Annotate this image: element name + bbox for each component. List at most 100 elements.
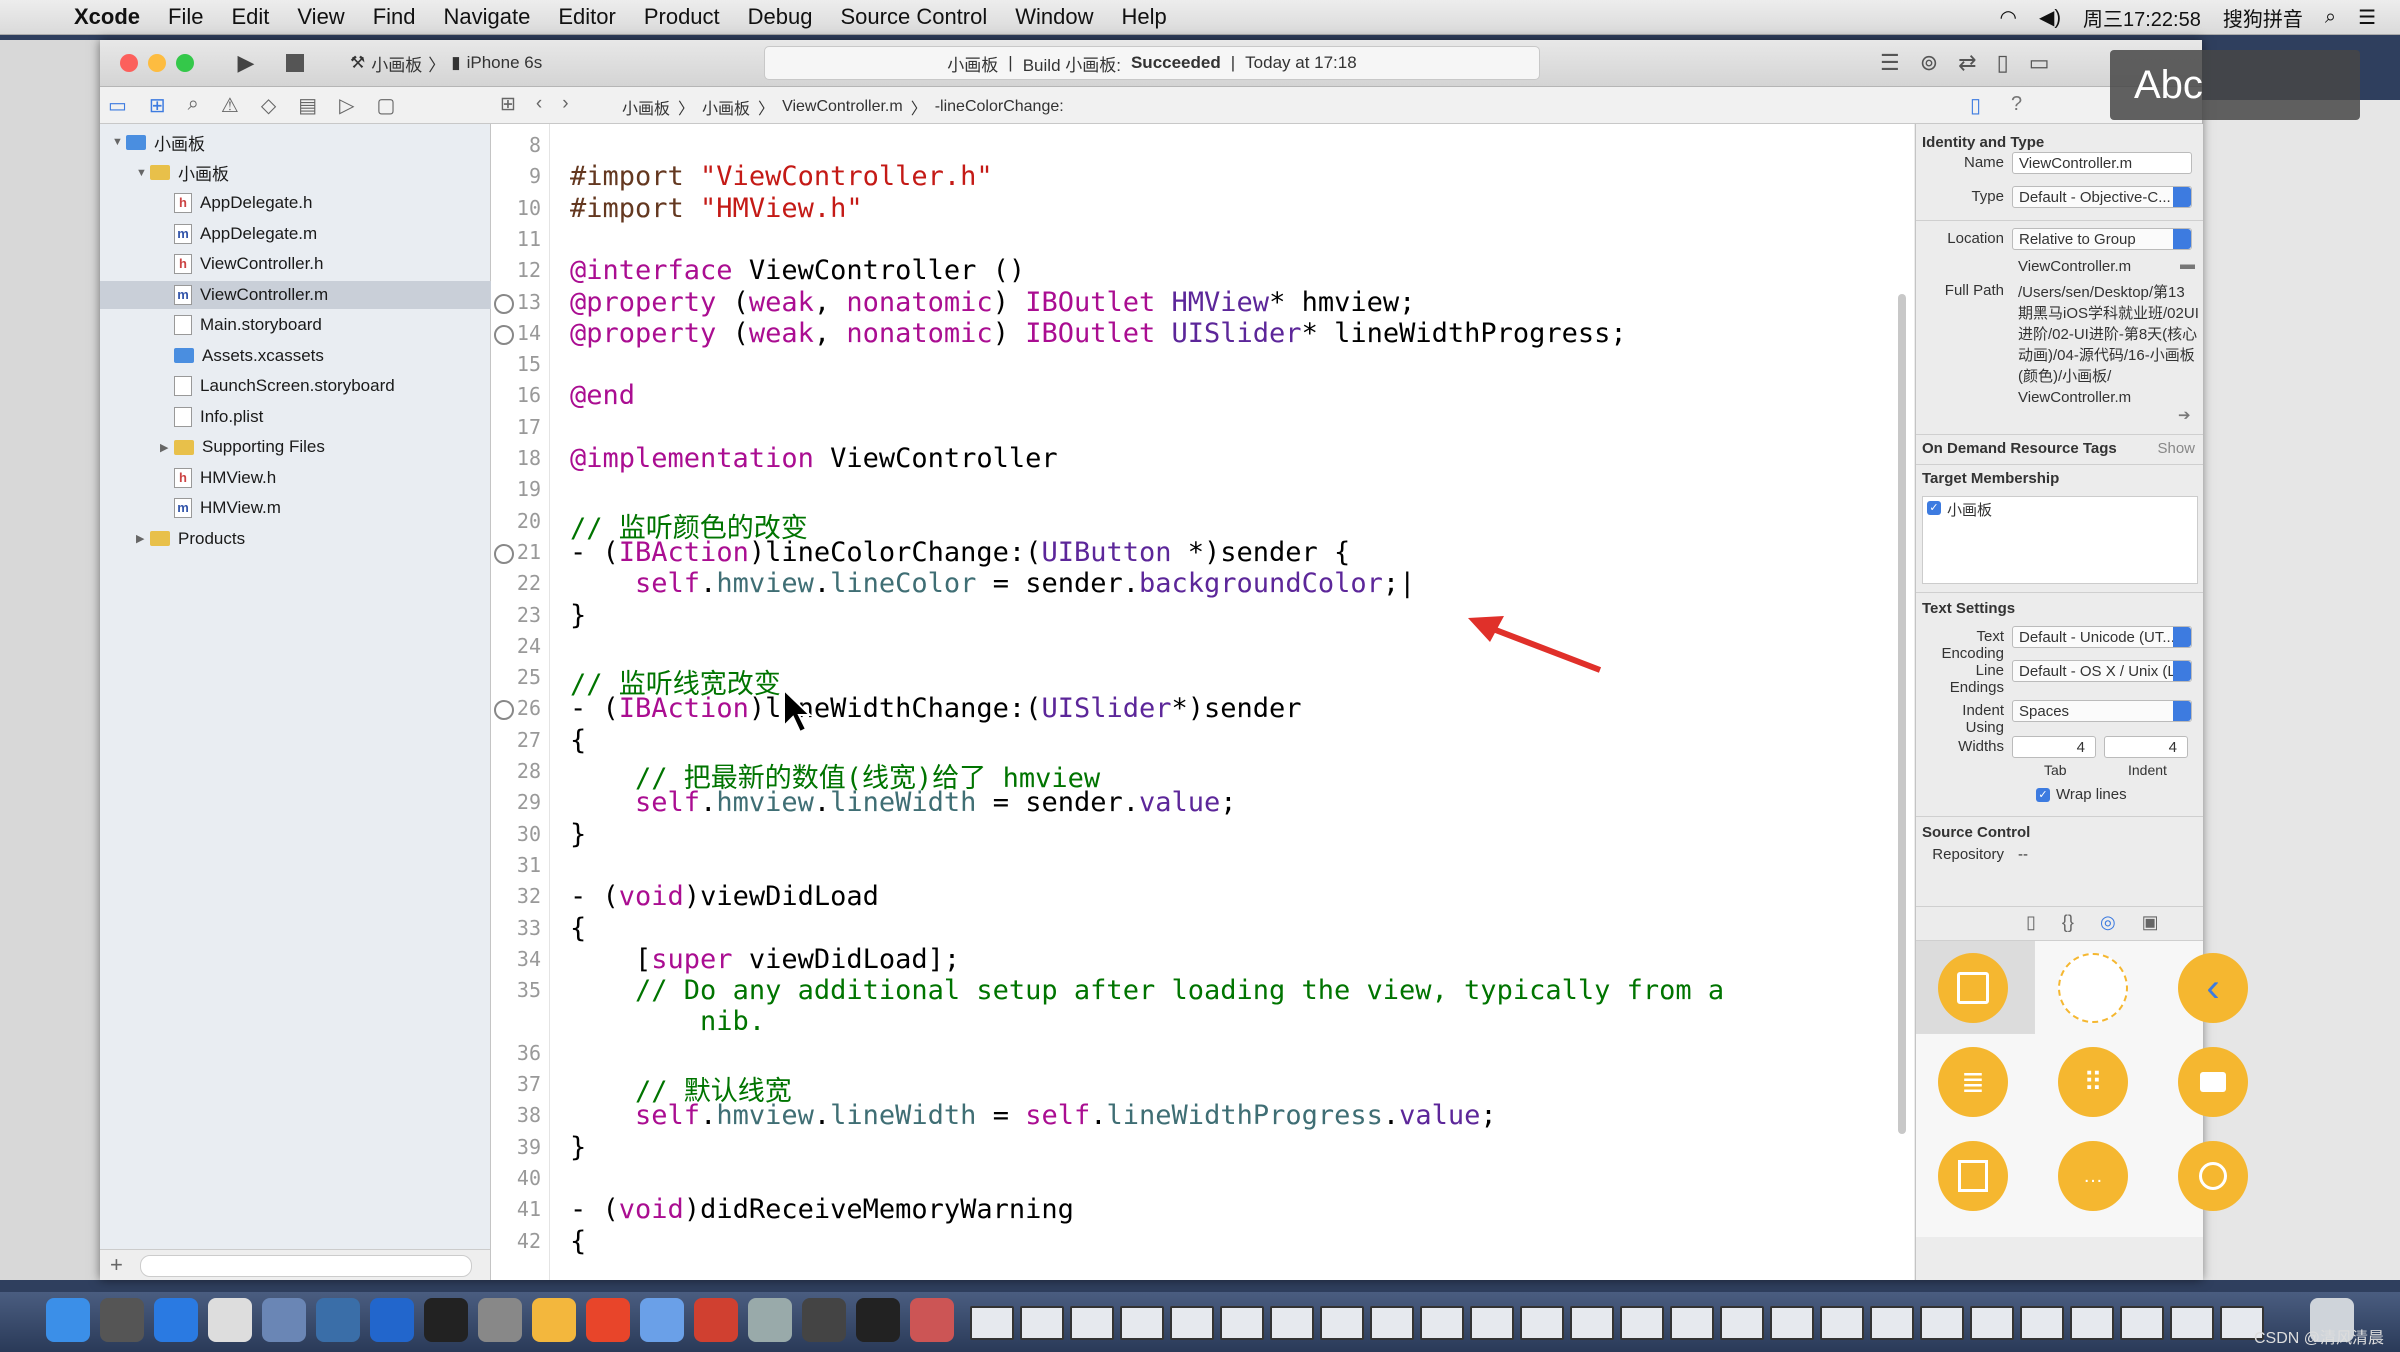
dock-window-thumbnail[interactable] (1970, 1306, 2014, 1340)
table-view-controller-icon[interactable]: ≣ (1938, 1047, 2008, 1117)
dock-window-thumbnail[interactable] (1670, 1306, 1714, 1340)
dock-app-icon[interactable] (748, 1298, 792, 1342)
code-line[interactable]: self.hmview.lineWidth = self.lineWidthPr… (570, 1100, 1497, 1131)
navigator-item[interactable]: ▶ Products (100, 525, 526, 553)
code-line[interactable]: self.hmview.lineWidth = sender.value; (570, 787, 1237, 818)
collection-view-controller-icon[interactable]: ⠿ (2058, 1047, 2128, 1117)
test-navigator-icon[interactable]: ◇ (261, 93, 276, 118)
code-line[interactable]: { (570, 725, 586, 756)
issue-navigator-icon[interactable]: ⚠ (221, 93, 239, 118)
name-field[interactable]: ViewController.m (2012, 152, 2192, 174)
dock-window-thumbnail[interactable] (1270, 1306, 1314, 1340)
disclosure-triangle-icon[interactable]: ▼ (136, 167, 150, 179)
code-line[interactable]: { (570, 913, 586, 944)
code-line[interactable]: // Do any additional setup after loading… (570, 975, 1724, 1006)
navigator-item[interactable]: h HMView.h (100, 464, 550, 492)
media-library-icon[interactable]: ▣ (2142, 912, 2159, 933)
target-checkbox[interactable]: ✓ (1927, 501, 1941, 515)
forward-icon[interactable]: › (562, 93, 568, 116)
report-navigator-icon[interactable]: ▢ (377, 93, 396, 118)
scheme-selector[interactable]: ⚒ 小画板 〉 ▮ iPhone 6s (350, 50, 542, 76)
code-line[interactable]: @property (weak, nonatomic) IBOutlet UIS… (570, 318, 1627, 349)
code-line[interactable]: #import "HMView.h" (570, 193, 863, 224)
wrap-lines-checkbox[interactable]: ✓ (2036, 788, 2050, 802)
code-line[interactable]: } (570, 600, 586, 631)
page-view-controller-icon[interactable]: … (2058, 1141, 2128, 1211)
dock-window-thumbnail[interactable] (1720, 1306, 1764, 1340)
version-editor-icon[interactable]: ⇄ (1958, 50, 1976, 76)
view-controller-object-icon[interactable] (1938, 953, 2008, 1023)
quick-help-icon[interactable]: ? (2011, 93, 2022, 118)
code-line[interactable]: @end (570, 380, 635, 411)
object-library-icon[interactable]: ◎ (2100, 912, 2116, 933)
dock-app-icon[interactable] (100, 1298, 144, 1342)
dock-window-thumbnail[interactable] (2070, 1306, 2114, 1340)
folder-icon[interactable]: ▬ (2180, 256, 2195, 273)
breadcrumb-project[interactable]: 小画板 (622, 95, 670, 119)
dock-app-icon[interactable] (640, 1298, 684, 1342)
menu-source-control[interactable]: Source Control (827, 4, 1002, 30)
menu-edit[interactable]: Edit (217, 4, 283, 30)
disclosure-triangle-icon[interactable]: ▶ (136, 532, 150, 545)
toggle-navigator-icon[interactable]: ▯ (1997, 50, 2009, 76)
reveal-arrow-icon[interactable]: ➔ (2178, 406, 2191, 424)
symbol-navigator-icon[interactable]: ⊞ (149, 93, 166, 118)
dock-window-thumbnail[interactable] (1320, 1306, 1364, 1340)
dock-app-icon[interactable] (208, 1298, 252, 1342)
source-editor[interactable]: #import "ViewController.h" #import "HMVie… (550, 124, 1914, 1280)
dock-window-thumbnail[interactable] (1870, 1306, 1914, 1340)
outlet-connection-icon[interactable] (494, 324, 514, 345)
dock-app-icon[interactable] (370, 1298, 414, 1342)
navigator-item[interactable]: Assets.xcassets (100, 342, 550, 370)
dock-app-icon[interactable] (478, 1298, 522, 1342)
dock-app-icon[interactable] (46, 1298, 90, 1342)
spotlight-icon[interactable]: ⌕ (2325, 6, 2336, 29)
location-popup[interactable]: Relative to Group (2012, 228, 2192, 250)
run-icon[interactable]: ▶ (228, 48, 264, 78)
dock-window-thumbnail[interactable] (1020, 1306, 1064, 1340)
code-line[interactable]: - (IBAction)lineColorChange:(UIButton *)… (570, 537, 1350, 568)
dock-app-icon[interactable] (802, 1298, 846, 1342)
indent-width-field[interactable]: 4 (2104, 736, 2188, 758)
outlet-connection-icon[interactable] (494, 543, 514, 564)
glkit-view-controller-icon[interactable] (2178, 1141, 2248, 1211)
clock[interactable]: 周三17:22:58 (2083, 3, 2201, 32)
breakpoint-navigator-icon[interactable]: ▷ (339, 93, 354, 118)
add-icon[interactable]: + (110, 1252, 123, 1278)
menu-help[interactable]: Help (1108, 4, 1181, 30)
breadcrumb-method[interactable]: -lineColorChange: (935, 98, 1064, 116)
menu-find[interactable]: Find (359, 4, 430, 30)
toggle-debug-icon[interactable]: ▭ (2029, 50, 2050, 76)
dock-window-thumbnail[interactable] (1170, 1306, 1214, 1340)
dock-window-thumbnail[interactable] (1520, 1306, 1564, 1340)
wifi-icon[interactable]: ◠ (2000, 5, 2017, 30)
disclosure-triangle-icon[interactable]: ▶ (160, 441, 174, 454)
dock-app-icon[interactable] (316, 1298, 360, 1342)
code-line[interactable]: @property (weak, nonatomic) IBOutlet HMV… (570, 287, 1415, 318)
dock-window-thumbnail[interactable] (1420, 1306, 1464, 1340)
editor-scrollbar[interactable] (1898, 294, 1906, 1134)
code-snippet-library-icon[interactable]: {} (2062, 912, 2074, 933)
menu-file[interactable]: File (154, 4, 217, 30)
navigator-item[interactable]: LaunchScreen.storyboard (100, 372, 550, 400)
dock-app-icon[interactable] (586, 1298, 630, 1342)
code-line[interactable]: } (570, 1132, 586, 1163)
menu-window[interactable]: Window (1001, 4, 1107, 30)
dock-window-thumbnail[interactable] (1820, 1306, 1864, 1340)
navigator-item[interactable]: Info.plist (100, 403, 550, 431)
code-line[interactable]: #import "ViewController.h" (570, 161, 993, 192)
navigator-item[interactable]: ▶ Supporting Files (100, 433, 550, 461)
dock-window-thumbnail[interactable] (1920, 1306, 1964, 1340)
navigator-item[interactable]: m HMView.m (100, 494, 550, 522)
stop-icon[interactable] (286, 54, 304, 72)
code-line[interactable]: } (570, 819, 586, 850)
dock-app-icon[interactable] (154, 1298, 198, 1342)
ondemand-show-button[interactable]: Show (2157, 440, 2195, 457)
encoding-popup[interactable]: Default - Unicode (UT... (2012, 626, 2192, 648)
menu-navigate[interactable]: Navigate (430, 4, 545, 30)
code-line[interactable]: - (void)didReceiveMemoryWarning (570, 1194, 1074, 1225)
line-endings-popup[interactable]: Default - OS X / Unix (LF) (2012, 660, 2192, 682)
dock-app-icon[interactable] (856, 1298, 900, 1342)
dock-window-thumbnail[interactable] (1220, 1306, 1264, 1340)
outlet-connection-icon[interactable] (494, 293, 514, 314)
